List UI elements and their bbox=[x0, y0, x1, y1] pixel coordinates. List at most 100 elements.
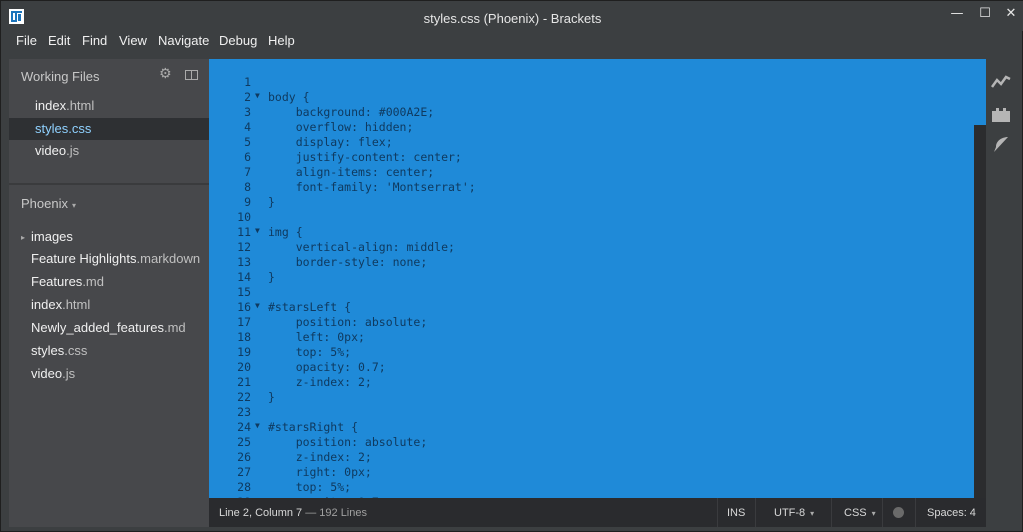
line-number: 20 bbox=[237, 360, 251, 374]
code-line[interactable]: 3 background: #000A2E; bbox=[209, 105, 974, 120]
insert-mode-toggle[interactable]: INS bbox=[727, 507, 745, 519]
status-bar: Line 2, Column 7 — 192 Lines INS UTF-8 ▾ … bbox=[209, 498, 986, 527]
code-line[interactable]: 13 border-style: none; bbox=[209, 255, 974, 270]
line-text: body { bbox=[268, 90, 310, 104]
code-line[interactable]: 24 ▼ #starsRight { bbox=[209, 420, 974, 435]
code-line[interactable]: 10 bbox=[209, 210, 974, 225]
menu-help[interactable]: Help bbox=[268, 33, 295, 48]
code-line[interactable]: 2 ▼ body { bbox=[209, 90, 974, 105]
tree-file[interactable]: Features.md bbox=[31, 271, 104, 293]
line-text: font-family: 'Montserrat'; bbox=[268, 180, 476, 194]
code-line[interactable]: 26 z-index: 2; bbox=[209, 450, 974, 465]
menu-navigate[interactable]: Navigate bbox=[158, 33, 209, 48]
split-view-icon[interactable] bbox=[185, 70, 198, 80]
working-file-item-selected[interactable]: styles.css bbox=[9, 118, 209, 140]
tree-item-name: Features bbox=[31, 274, 83, 289]
code-line[interactable]: 5 display: flex; bbox=[209, 135, 974, 150]
working-file-item[interactable]: index.html bbox=[9, 95, 209, 117]
code-line[interactable]: 8 font-family: 'Montserrat'; bbox=[209, 180, 974, 195]
code-line[interactable]: 20 opacity: 0.7; bbox=[209, 360, 974, 375]
status-divider bbox=[717, 498, 718, 527]
project-dropdown[interactable]: Phoenix ▾ bbox=[21, 196, 76, 211]
tree-item-name: images bbox=[31, 229, 73, 244]
line-text: } bbox=[268, 390, 275, 404]
feather-icon[interactable] bbox=[991, 135, 1011, 153]
line-text: top: 5%; bbox=[268, 480, 352, 494]
file-name: index bbox=[35, 98, 67, 113]
menu-debug[interactable]: Debug bbox=[219, 33, 257, 48]
status-divider bbox=[755, 498, 756, 527]
code-line[interactable]: 6 justify-content: center; bbox=[209, 150, 974, 165]
code-line[interactable]: 15 bbox=[209, 285, 974, 300]
indent-spaces[interactable]: Spaces: 4 bbox=[927, 507, 976, 519]
chevron-down-icon: ▾ bbox=[810, 509, 815, 518]
linter-status-icon[interactable] bbox=[893, 507, 904, 518]
line-text: opacity: 0.7; bbox=[268, 360, 386, 374]
menu-edit[interactable]: Edit bbox=[48, 33, 70, 48]
close-button[interactable]: ✕ bbox=[999, 5, 1023, 23]
tree-item-name: Newly_added_features bbox=[31, 320, 164, 335]
tree-item-name: index bbox=[31, 297, 63, 312]
file-name: styles bbox=[35, 121, 69, 136]
code-line[interactable]: 18 left: 0px; bbox=[209, 330, 974, 345]
tree-file[interactable]: Newly_added_features.md bbox=[31, 317, 186, 339]
code-line[interactable]: 11 ▼ img { bbox=[209, 225, 974, 240]
tree-file[interactable]: index.html bbox=[31, 294, 90, 316]
code-line[interactable]: 12 vertical-align: middle; bbox=[209, 240, 974, 255]
scrollbar-thumb[interactable] bbox=[974, 59, 986, 125]
line-number: 24 bbox=[237, 420, 251, 434]
code-line[interactable]: 23 bbox=[209, 405, 974, 420]
code-line[interactable]: 9} bbox=[209, 195, 974, 210]
line-number: 3 bbox=[244, 105, 251, 119]
code-editor[interactable]: 1 2 ▼ body {3 background: #000A2E; 4 overflo… bbox=[209, 59, 974, 498]
code-line[interactable]: 14} bbox=[209, 270, 974, 285]
line-text: position: absolute; bbox=[268, 315, 428, 329]
line-number: 19 bbox=[237, 345, 251, 359]
code-line[interactable]: 25 position: absolute; bbox=[209, 435, 974, 450]
code-line[interactable]: 22} bbox=[209, 390, 974, 405]
code-line[interactable]: 21 z-index: 2; bbox=[209, 375, 974, 390]
brackets-window: styles.css (Phoenix) - Brackets — ☐ ✕ Fi… bbox=[0, 0, 1023, 532]
editor-scrollbar[interactable] bbox=[974, 59, 986, 498]
line-text: z-index: 2; bbox=[268, 450, 372, 464]
tree-file[interactable]: video.js bbox=[31, 363, 75, 385]
code-line[interactable]: 17 position: absolute; bbox=[209, 315, 974, 330]
encoding-select[interactable]: UTF-8 ▾ bbox=[774, 507, 814, 519]
menu-view[interactable]: View bbox=[119, 33, 147, 48]
code-line[interactable]: 27 right: 0px; bbox=[209, 465, 974, 480]
code-line[interactable]: 16 ▼ #starsLeft { bbox=[209, 300, 974, 315]
cursor-position[interactable]: Line 2, Column 7 — 192 Lines bbox=[219, 507, 367, 519]
language-select[interactable]: CSS ▾ bbox=[844, 507, 876, 519]
fold-toggle-icon[interactable]: ▼ bbox=[255, 421, 260, 430]
code-line[interactable]: 1 bbox=[209, 75, 974, 90]
tree-item-name: styles bbox=[31, 343, 65, 358]
line-number: 25 bbox=[237, 435, 251, 449]
line-number: 23 bbox=[237, 405, 251, 419]
fold-toggle-icon[interactable]: ▼ bbox=[255, 226, 260, 235]
line-number: 12 bbox=[237, 240, 251, 254]
working-file-item[interactable]: video.js bbox=[9, 140, 209, 162]
line-text: border-style: none; bbox=[268, 255, 428, 269]
code-line[interactable]: 19 top: 5%; bbox=[209, 345, 974, 360]
menu-find[interactable]: Find bbox=[82, 33, 107, 48]
gear-icon[interactable]: ⚙ bbox=[159, 67, 173, 81]
tree-file[interactable]: styles.css bbox=[31, 340, 87, 362]
maximize-button[interactable]: ☐ bbox=[973, 5, 997, 23]
line-number: 10 bbox=[237, 210, 251, 224]
code-line[interactable]: 4 overflow: hidden; bbox=[209, 120, 974, 135]
live-preview-icon[interactable] bbox=[990, 75, 1011, 93]
fold-toggle-icon[interactable]: ▼ bbox=[255, 91, 260, 100]
tree-file[interactable]: Feature Highlights.markdown bbox=[31, 248, 200, 270]
extension-manager-icon[interactable] bbox=[991, 107, 1011, 125]
menu-file[interactable]: File bbox=[16, 33, 37, 48]
fold-toggle-icon[interactable]: ▼ bbox=[255, 301, 260, 310]
file-ext: .html bbox=[66, 98, 95, 113]
folder-arrow-icon[interactable]: ▸ bbox=[21, 233, 25, 242]
tree-item-ext: .css bbox=[64, 343, 88, 358]
line-number: 14 bbox=[237, 270, 251, 284]
minimize-button[interactable]: — bbox=[945, 5, 969, 23]
code-line[interactable]: 28 top: 5%; bbox=[209, 480, 974, 495]
code-line[interactable]: 7 align-items: center; bbox=[209, 165, 974, 180]
tree-folder-images[interactable]: images bbox=[31, 226, 73, 248]
language-value: CSS bbox=[844, 507, 867, 519]
